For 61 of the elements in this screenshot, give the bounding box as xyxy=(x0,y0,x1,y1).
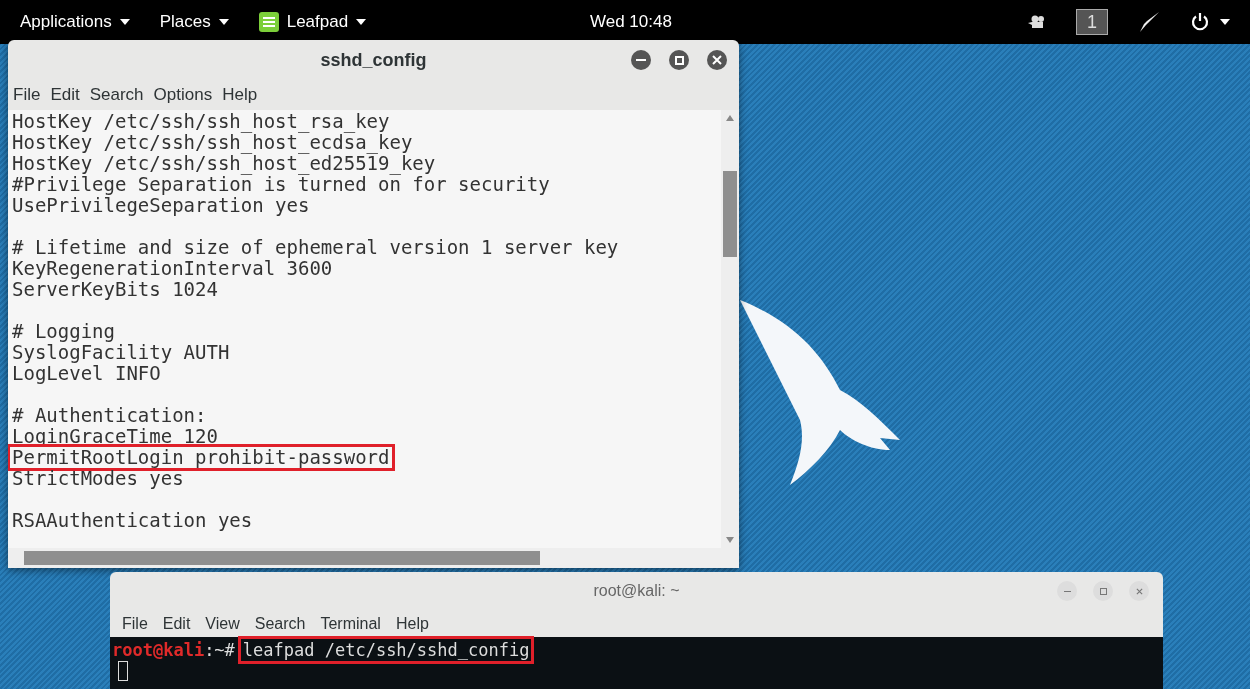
close-button[interactable] xyxy=(1129,581,1149,601)
code-line: StrictModes yes xyxy=(11,468,185,489)
scrollbar-thumb[interactable] xyxy=(723,171,737,257)
code-line: LogLevel INFO xyxy=(11,363,161,384)
panel-menu[interactable]: Leafpad xyxy=(258,9,367,35)
menu-item[interactable]: View xyxy=(205,611,240,636)
prompt-user: root@kali xyxy=(112,639,205,661)
caret-icon xyxy=(218,19,229,25)
command-text: leafpad /etc/ssh/sshd_config xyxy=(240,639,532,661)
terminal-output[interactable]: root@kali:~# leafpad /etc/ssh/sshd_config xyxy=(110,637,1163,689)
clock[interactable]: Wed 10:48 xyxy=(590,9,672,35)
code-line: # Logging xyxy=(11,321,116,342)
code-line: # Authentication: xyxy=(11,405,208,426)
close-button[interactable] xyxy=(707,50,727,70)
maximize-button[interactable] xyxy=(1093,581,1113,601)
close-icon xyxy=(712,55,722,65)
code-line: LoginGraceTime 120 xyxy=(11,426,219,447)
menu-item[interactable]: Help xyxy=(222,82,258,108)
code-line: HostKey /etc/ssh/ssh_host_rsa_key xyxy=(11,111,391,132)
code-line: ServerKeyBits 1024 xyxy=(11,279,218,300)
caret-icon xyxy=(356,19,367,25)
code-line: UsePrivilegeSeparation yes xyxy=(11,195,311,216)
prompt-path: :~# xyxy=(204,639,235,661)
window-title: root@kali: ~ xyxy=(593,581,680,601)
maximize-button[interactable] xyxy=(669,50,689,70)
close-icon xyxy=(1135,587,1143,595)
code-line: RSAAuthentication yes xyxy=(11,510,254,531)
text-cursor xyxy=(118,661,128,681)
code-line: #Privilege Separation is turned on for security xyxy=(11,174,551,195)
power-menu[interactable] xyxy=(1190,12,1230,32)
panel-menu[interactable]: Places xyxy=(159,9,229,35)
code-line: HostKey /etc/ssh/ssh_host_ecdsa_key xyxy=(11,132,414,153)
menu-item[interactable]: Search xyxy=(254,611,306,636)
panel-menu[interactable]: Applications xyxy=(20,9,130,35)
down-arrow-icon xyxy=(726,537,734,543)
code-line: KeyRegenerationInterval 3600 xyxy=(11,258,333,279)
code-line: # Lifetime and size of ephemeral version 1 server key xyxy=(11,237,620,258)
caret-icon xyxy=(119,19,130,25)
menu-item[interactable]: Help xyxy=(395,611,429,636)
pen-icon xyxy=(1138,11,1160,33)
scrollbar-thumb[interactable] xyxy=(24,551,540,565)
minimize-button[interactable] xyxy=(631,50,651,70)
vertical-scrollbar[interactable] xyxy=(721,110,739,548)
camera-icon xyxy=(1028,15,1046,29)
power-icon xyxy=(1190,12,1210,32)
caret-icon xyxy=(1220,19,1230,25)
menu-item[interactable]: Edit xyxy=(50,82,80,108)
code-line: PermitRootLogin prohibit-password xyxy=(10,447,392,468)
workspace-indicator[interactable]: 1 xyxy=(1076,9,1108,35)
menu-item[interactable]: Options xyxy=(153,82,213,108)
menu-item[interactable]: File xyxy=(13,82,41,108)
horizontal-scrollbar[interactable] xyxy=(8,548,739,568)
up-arrow-icon xyxy=(726,115,734,121)
notepad-icon xyxy=(258,12,279,32)
menu-item[interactable]: File xyxy=(122,611,148,636)
menu-item[interactable]: Edit xyxy=(162,611,191,636)
code-line: HostKey /etc/ssh/ssh_host_ed25519_key xyxy=(11,153,437,174)
menu-item[interactable]: Terminal xyxy=(320,611,381,636)
window-title: sshd_config xyxy=(320,48,427,72)
code-line: SyslogFacility AUTH xyxy=(11,342,231,363)
menu-item[interactable]: Search xyxy=(89,82,144,108)
